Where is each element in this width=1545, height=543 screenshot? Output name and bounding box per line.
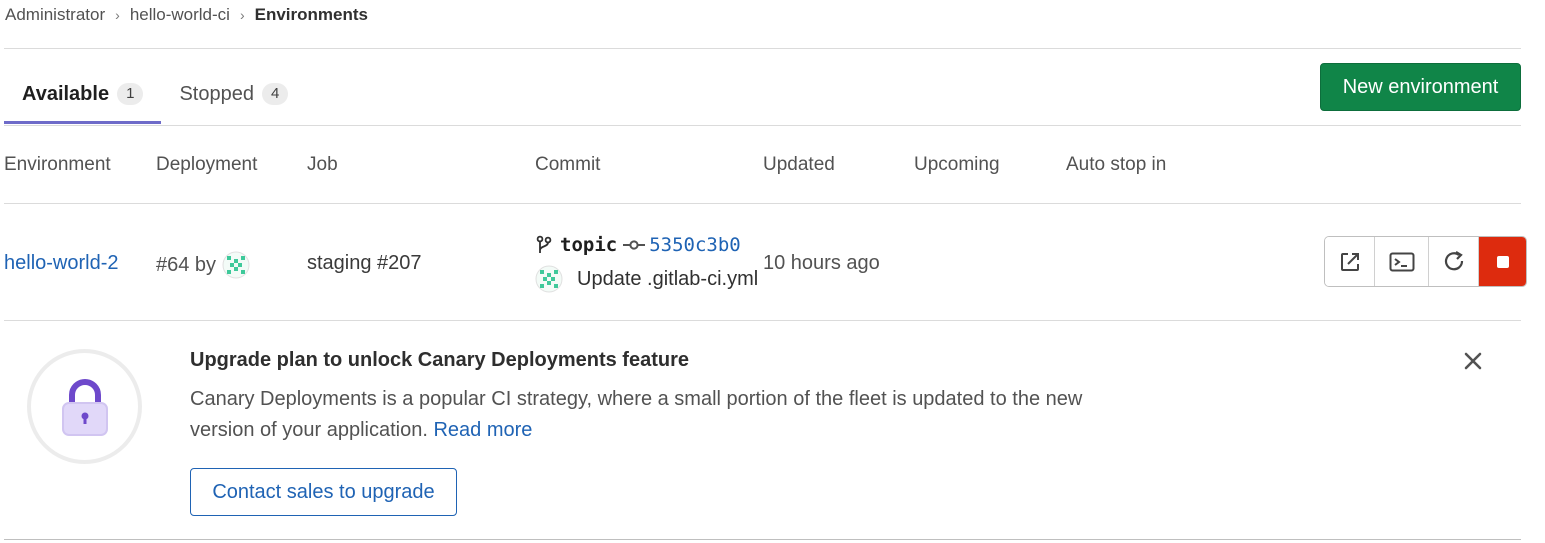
commit-icon	[623, 240, 646, 250]
tab-stopped[interactable]: Stopped 4	[161, 64, 306, 124]
terminal-button[interactable]	[1375, 237, 1429, 286]
column-header-job: Job	[307, 154, 338, 175]
job-link[interactable]: staging #207	[307, 252, 422, 275]
terminal-icon	[1389, 252, 1414, 271]
divider	[4, 125, 1521, 126]
stop-icon	[1496, 255, 1509, 268]
breadcrumb: Administrator › hello-world-ci › Environ…	[5, 4, 368, 26]
environment-name-link[interactable]: hello-world-2	[4, 252, 119, 275]
commit-sha[interactable]: 5350c3b0	[649, 234, 741, 256]
close-icon	[1464, 352, 1482, 370]
breadcrumb-item-project[interactable]: hello-world-ci	[130, 5, 230, 25]
divider	[4, 320, 1521, 321]
chevron-right-icon: ›	[115, 7, 120, 23]
column-header-auto-stop: Auto stop in	[1066, 154, 1167, 175]
breadcrumb-current[interactable]: Environments	[255, 5, 368, 25]
new-environment-button[interactable]: New environment	[1320, 63, 1521, 111]
tab-available-label: Available	[22, 82, 110, 105]
contact-sales-button[interactable]: Contact sales to upgrade	[190, 468, 457, 516]
commit-ref-line: topic 5350c3b0	[535, 234, 741, 256]
redeploy-button[interactable]	[1429, 237, 1479, 286]
column-header-deployment: Deployment	[156, 154, 258, 175]
divider	[4, 48, 1521, 49]
environments-page: Administrator › hello-world-ci › Environ…	[0, 0, 1545, 543]
divider	[4, 539, 1521, 540]
commit-message-line: Update .gitlab-ci.yml	[535, 265, 758, 293]
retry-icon	[1444, 250, 1463, 270]
tab-stopped-label: Stopped	[179, 82, 254, 105]
row-actions	[1324, 236, 1527, 287]
updated-time: 10 hours ago	[763, 252, 880, 274]
lock-illustration	[27, 349, 142, 464]
breadcrumb-item-administrator[interactable]: Administrator	[5, 5, 105, 25]
avatar[interactable]	[535, 265, 563, 293]
column-header-commit: Commit	[535, 154, 601, 175]
tab-available-count: 1	[117, 83, 144, 105]
upgrade-description: Canary Deployments is a popular CI strat…	[190, 384, 1110, 446]
external-link-icon	[1340, 252, 1359, 271]
commit-ref[interactable]: topic	[560, 234, 617, 256]
stop-environment-button[interactable]	[1479, 237, 1526, 286]
deployment-cell: #64 by	[156, 251, 250, 279]
column-header-environment: Environment	[4, 154, 111, 175]
tab-available[interactable]: Available 1	[4, 64, 162, 124]
upgrade-description-text: Canary Deployments is a popular CI strat…	[190, 388, 1083, 441]
environment-tabs: Available 1 Stopped 4	[4, 64, 306, 124]
read-more-link[interactable]: Read more	[433, 419, 532, 441]
open-live-environment-button[interactable]	[1325, 237, 1375, 286]
lock-icon	[61, 378, 108, 436]
chevron-right-icon: ›	[239, 7, 245, 23]
deployment-number: #64 by	[156, 253, 217, 276]
branch-icon	[536, 235, 552, 253]
column-header-updated: Updated	[763, 154, 835, 175]
commit-message[interactable]: Update .gitlab-ci.yml	[577, 268, 758, 291]
dismiss-button[interactable]	[1460, 348, 1486, 374]
avatar[interactable]	[222, 251, 250, 279]
divider	[4, 203, 1521, 204]
tab-stopped-count: 4	[261, 83, 289, 105]
column-header-upcoming: Upcoming	[914, 154, 1000, 175]
upgrade-title: Upgrade plan to unlock Canary Deployment…	[190, 349, 689, 371]
